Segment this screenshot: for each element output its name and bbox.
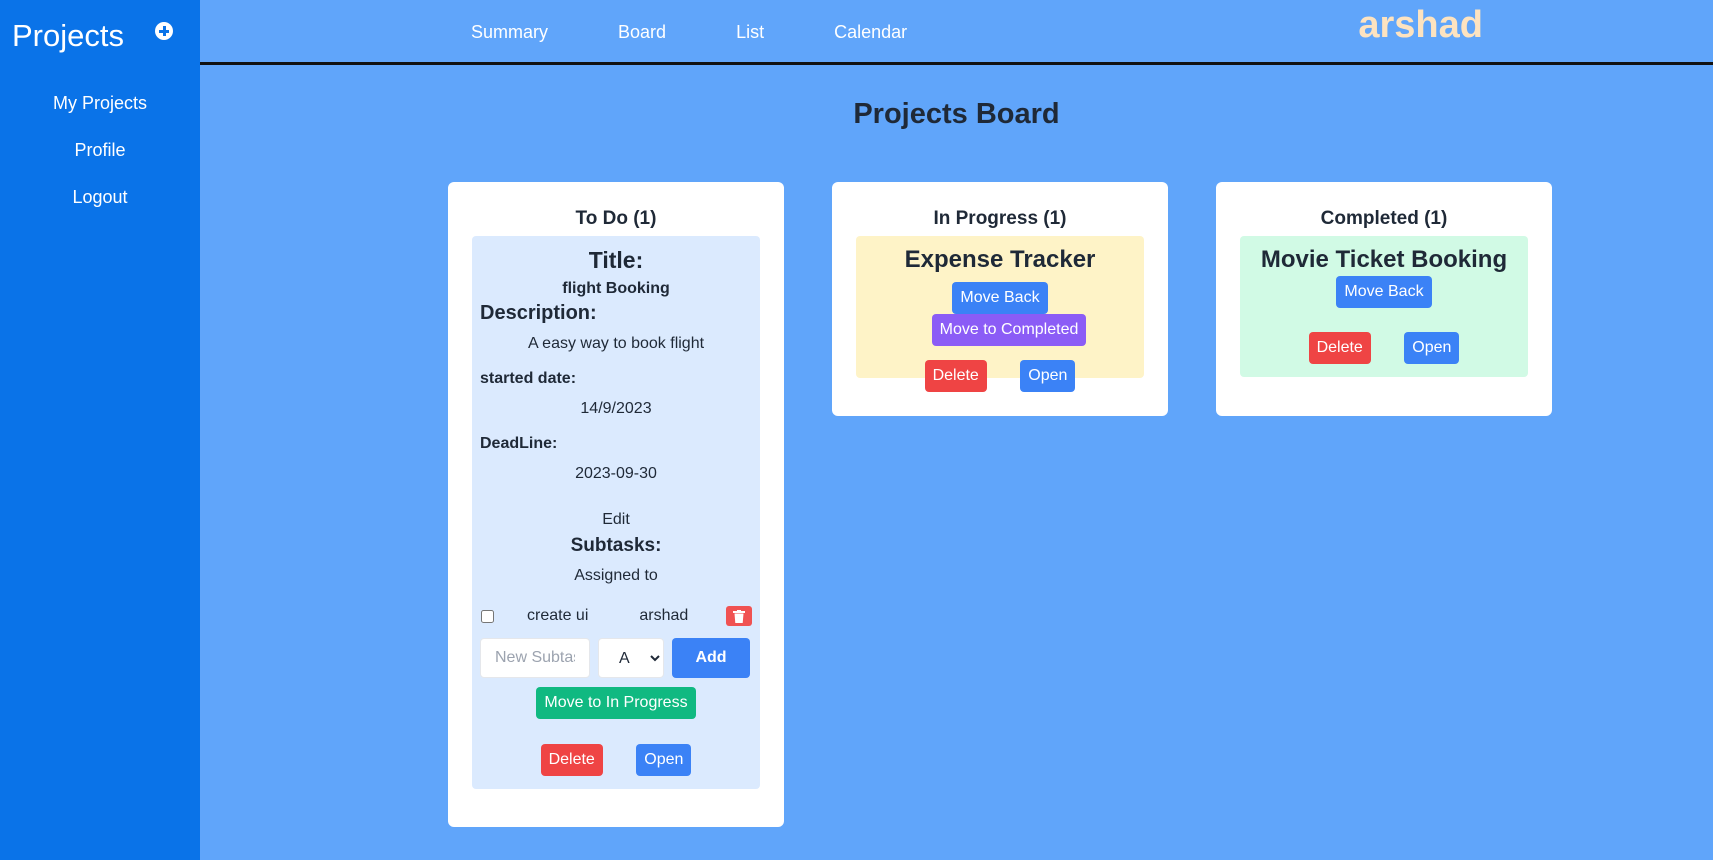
project-title: Expense Tracker	[904, 246, 1096, 273]
move-to-in-progress-button[interactable]: Move to In Progress	[536, 687, 696, 719]
title-label: Title:	[588, 247, 644, 273]
page-title: Projects Board	[853, 98, 1060, 130]
started-date-label: started date:	[480, 370, 577, 387]
sidebar-item-profile[interactable]: Profile	[0, 127, 200, 174]
column-todo: To Do (1) Title: flight Booking Descript…	[448, 182, 784, 827]
nav-calendar[interactable]: Calendar	[834, 22, 907, 43]
sidebar-header: Projects	[0, 0, 200, 70]
subtask-checkbox[interactable]	[481, 609, 494, 623]
delete-button[interactable]: Delete	[1308, 332, 1371, 364]
open-button[interactable]: Open	[636, 744, 692, 776]
project-description: A easy way to book flight	[527, 335, 705, 352]
project-title: Movie Ticket Booking	[1260, 246, 1508, 273]
add-subtask-button[interactable]: Add	[672, 638, 750, 678]
open-button[interactable]: Open	[1404, 332, 1460, 364]
nav-list[interactable]: List	[736, 22, 764, 43]
subtasks-label: Subtasks:	[570, 535, 662, 556]
delete-button[interactable]: Delete	[924, 360, 987, 392]
card-move-actions: Move Back	[1248, 276, 1520, 308]
nav-board[interactable]: Board	[618, 22, 666, 43]
subtask-name: create ui	[527, 607, 589, 624]
subtask-assignee: arshad	[639, 607, 689, 624]
card-move-actions: Move Back Move to Completed	[864, 282, 1136, 346]
move-wrap: Move to In Progress	[480, 687, 752, 719]
card-actions: Delete Open	[864, 360, 1136, 392]
started-date: 14/9/2023	[580, 400, 652, 417]
assigned-to-label: Assigned to	[574, 567, 658, 584]
project-card: Movie Ticket Booking Move Back Delete Op…	[1240, 236, 1528, 377]
trash-icon	[732, 609, 745, 623]
move-to-completed-button[interactable]: Move to Completed	[931, 314, 1087, 346]
sidebar: Projects My Projects Profile Logout	[0, 0, 200, 860]
assignee-select[interactable]: A	[598, 638, 664, 678]
column-completed: Completed (1) Movie Ticket Booking Move …	[1216, 182, 1552, 416]
project-card: Title: flight Booking Description: A eas…	[472, 236, 760, 789]
subtask-row: create ui arshad	[480, 605, 753, 627]
column-in-progress: In Progress (1) Expense Tracker Move Bac…	[832, 182, 1168, 416]
deadline-value: 2023-09-30	[575, 465, 657, 482]
sidebar-nav: My Projects Profile Logout	[0, 80, 200, 221]
new-subtask-input[interactable]	[480, 638, 590, 678]
delete-subtask-button[interactable]	[725, 606, 753, 626]
card-actions: Delete Open	[480, 744, 752, 776]
description-label: Description:	[480, 302, 597, 324]
sidebar-item-logout[interactable]: Logout	[0, 174, 200, 221]
move-back-button[interactable]: Move Back	[952, 282, 1048, 314]
card-actions: Delete Open	[1248, 332, 1520, 364]
open-button[interactable]: Open	[1020, 360, 1076, 392]
sidebar-item-my-projects[interactable]: My Projects	[0, 80, 200, 127]
column-header-todo: To Do (1)	[575, 208, 657, 229]
project-card: Expense Tracker Move Back Move to Comple…	[856, 236, 1144, 392]
nav-summary[interactable]: Summary	[471, 22, 548, 43]
sidebar-title: Projects	[12, 18, 124, 53]
column-header-in-progress: In Progress (1)	[933, 208, 1067, 229]
edit-link[interactable]: Edit	[480, 511, 752, 529]
add-subtask-row: A Add	[480, 638, 752, 678]
move-back-button[interactable]: Move Back	[1336, 276, 1432, 308]
delete-button[interactable]: Delete	[540, 744, 603, 776]
deadline-label: DeadLine:	[480, 435, 558, 452]
project-title: flight Booking	[562, 280, 670, 297]
top-navbar: Summary Board List Calendar arshad	[200, 0, 1713, 65]
top-nav: Summary Board List Calendar	[471, 22, 907, 43]
column-header-completed: Completed (1)	[1320, 208, 1448, 229]
username: arshad	[1358, 4, 1483, 46]
plus-circle-icon[interactable]	[155, 22, 173, 40]
